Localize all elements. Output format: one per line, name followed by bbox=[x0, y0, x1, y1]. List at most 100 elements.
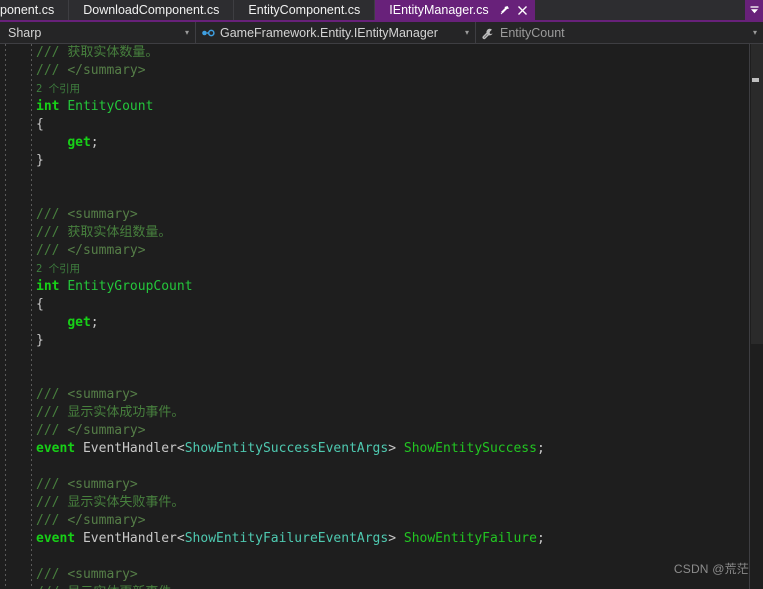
code-token: /// bbox=[36, 567, 68, 582]
code-token: 显示实体失败事件。 bbox=[67, 495, 185, 510]
code-line: { bbox=[36, 296, 745, 314]
tab-downloadcomponent-cs[interactable]: DownloadComponent.cs bbox=[69, 0, 235, 20]
code-token: </summary> bbox=[67, 243, 146, 258]
tab-label: EntityComponent.cs bbox=[248, 2, 361, 17]
scrollbar-thumb[interactable] bbox=[751, 44, 763, 344]
code-token: ; bbox=[90, 135, 99, 150]
code-token: <summary> bbox=[67, 387, 138, 402]
code-line: } bbox=[36, 152, 745, 170]
code-line: /// <summary> bbox=[36, 206, 745, 224]
code-token: event bbox=[36, 441, 76, 456]
chevron-down-icon[interactable]: ▾ bbox=[753, 29, 757, 37]
member-dropdown[interactable]: EntityCount ▾ bbox=[476, 22, 763, 43]
code-token: EntityCount bbox=[67, 99, 154, 114]
project-dropdown[interactable]: Sharp ▾ bbox=[0, 22, 196, 43]
code-line: get; bbox=[36, 134, 745, 152]
code-token: </summary> bbox=[67, 513, 146, 528]
chevron-down-icon[interactable]: ▾ bbox=[465, 29, 469, 37]
code-token: } bbox=[36, 153, 44, 168]
code-token: ShowEntityFailure bbox=[403, 531, 537, 546]
property-wrench-icon bbox=[480, 25, 496, 41]
code-line: /// </summary> bbox=[36, 512, 745, 530]
code-token: /// bbox=[36, 585, 67, 589]
project-dropdown-label: Sharp bbox=[8, 26, 42, 40]
code-token: 2 个引用 bbox=[36, 263, 81, 275]
code-line: /// 获取实体组数量。 bbox=[36, 224, 745, 242]
code-line: /// 获取实体数量。 bbox=[36, 44, 745, 62]
tab-overflow-chevron-down-icon[interactable] bbox=[745, 0, 763, 20]
code-line: get; bbox=[36, 314, 745, 332]
code-line: /// 显示实体失败事件。 bbox=[36, 494, 745, 512]
close-icon[interactable] bbox=[515, 1, 531, 19]
code-token: > bbox=[388, 531, 397, 546]
code-line: event EventHandler<ShowEntitySuccessEven… bbox=[36, 440, 745, 458]
code-token: EventHandler bbox=[82, 441, 177, 456]
code-token: { bbox=[36, 297, 44, 312]
code-line: /// <summary> bbox=[36, 386, 745, 404]
code-token: < bbox=[176, 441, 185, 456]
code-token: /// bbox=[36, 405, 68, 420]
pin-icon[interactable] bbox=[497, 1, 513, 19]
code-line: /// </summary> bbox=[36, 62, 745, 80]
code-token: > bbox=[388, 441, 397, 456]
code-line: } bbox=[36, 332, 745, 350]
tab-ientitymanager-cs[interactable]: IEntityManager.cs bbox=[375, 0, 535, 20]
code-token: /// bbox=[36, 45, 68, 60]
code-token: </summary> bbox=[67, 423, 146, 438]
type-dropdown[interactable]: GameFramework.Entity.IEntityManager ▾ bbox=[196, 22, 476, 43]
code-token: get bbox=[67, 315, 91, 330]
code-token: /// bbox=[36, 387, 68, 402]
chevron-down-icon[interactable]: ▾ bbox=[185, 29, 189, 37]
code-line: /// 显示实体成功事件。 bbox=[36, 404, 745, 422]
scrollbar-caret-marker bbox=[752, 78, 759, 82]
code-token: ; bbox=[536, 531, 545, 546]
vertical-scrollbar[interactable] bbox=[749, 44, 763, 589]
code-token: ShowEntitySuccess bbox=[403, 441, 537, 456]
tab-label: IEntityManager.cs bbox=[389, 2, 489, 17]
code-token: ; bbox=[536, 441, 545, 456]
type-dropdown-label: GameFramework.Entity.IEntityManager bbox=[220, 26, 438, 40]
code-token: { bbox=[36, 117, 44, 132]
interface-icon bbox=[200, 25, 216, 41]
code-token: <summary> bbox=[67, 567, 138, 582]
editor-tab-bar: ponent.cs DownloadComponent.cs EntityCom… bbox=[0, 0, 763, 22]
code-line: /// </summary> bbox=[36, 242, 745, 260]
tab-label: ponent.cs bbox=[0, 2, 55, 17]
code-token: /// bbox=[36, 477, 68, 492]
code-line: 2 个引用 bbox=[36, 80, 745, 98]
code-token: ShowEntityFailureEventArgs bbox=[184, 531, 389, 546]
code-token: <summary> bbox=[67, 477, 138, 492]
code-line: /// <summary> bbox=[36, 566, 745, 584]
code-token: ; bbox=[90, 315, 99, 330]
code-token: EventHandler bbox=[82, 531, 177, 546]
code-line: event EventHandler<ShowEntityFailureEven… bbox=[36, 530, 745, 548]
code-token: int bbox=[36, 99, 60, 114]
code-token: int bbox=[36, 279, 60, 294]
code-token: /// bbox=[36, 495, 68, 510]
code-token: /// bbox=[36, 225, 68, 240]
code-text-area[interactable]: /// 获取实体数量。/// </summary> 2 个引用 int Entity… bbox=[0, 44, 745, 589]
visual-studio-editor-window: ponent.cs DownloadComponent.cs EntityCom… bbox=[0, 0, 763, 589]
tab-ponent-cs[interactable]: ponent.cs bbox=[0, 0, 70, 20]
code-token: event bbox=[36, 531, 76, 546]
tab-actions bbox=[497, 1, 531, 19]
code-token: 获取实体数量。 bbox=[67, 45, 159, 60]
code-token: } bbox=[36, 333, 44, 348]
code-token: /// bbox=[36, 423, 68, 438]
tab-entitycomponent-cs[interactable]: EntityComponent.cs bbox=[234, 0, 376, 20]
code-line: 2 个引用 bbox=[36, 260, 745, 278]
code-navigation-bar: Sharp ▾ GameFramework.Entity.IEntityMana… bbox=[0, 22, 763, 44]
code-editor-surface[interactable]: /// 获取实体数量。/// </summary> 2 个引用 int Entity… bbox=[0, 44, 763, 589]
code-token: <summary> bbox=[67, 207, 138, 222]
code-token: EntityGroupCount bbox=[67, 279, 193, 294]
tab-label: DownloadComponent.cs bbox=[83, 2, 220, 17]
code-token: 显示实体更新事件。 bbox=[67, 585, 184, 589]
code-line: { bbox=[36, 116, 745, 134]
